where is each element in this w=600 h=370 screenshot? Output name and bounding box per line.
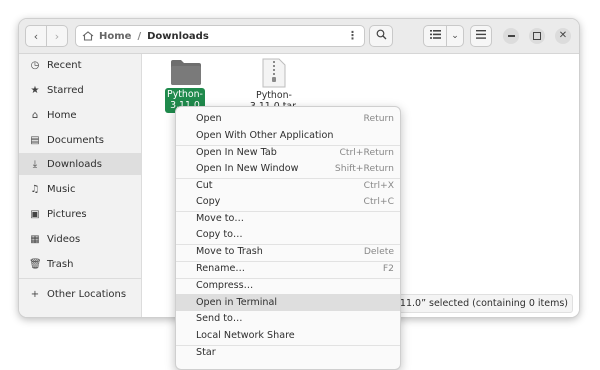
menu-item-open-in-new-tab[interactable]: Open In New Tab Ctrl+Return bbox=[176, 144, 400, 161]
sidebar-item-label: Downloads bbox=[47, 158, 102, 170]
menu-item-shortcut: Return bbox=[363, 113, 395, 124]
menu-item-send-to[interactable]: Send to… bbox=[176, 310, 400, 327]
path-menu-icon[interactable]: ⋮ bbox=[347, 29, 358, 42]
menu-item-label: Open In New Tab bbox=[196, 147, 277, 158]
view-list-button[interactable] bbox=[423, 25, 447, 47]
menu-item-open-in-new-window[interactable]: Open In New Window Shift+Return bbox=[176, 160, 400, 177]
sidebar: ◷ Recent ★ Starred ⌂ Home ▤ Documents ⤓ … bbox=[19, 54, 142, 317]
view-options-button[interactable]: ⌄ bbox=[446, 25, 464, 47]
sidebar-item-label: Music bbox=[47, 183, 76, 195]
sidebar-item-trash[interactable]: 🗑 Trash bbox=[19, 253, 141, 275]
sidebar-item-videos[interactable]: ▦ Videos bbox=[19, 228, 141, 250]
menu-item-move-to-trash[interactable]: Move to Trash Delete bbox=[176, 243, 400, 260]
search-icon bbox=[376, 29, 387, 43]
music-icon: ♫ bbox=[30, 183, 40, 195]
menu-item-label: Open With Other Application bbox=[196, 130, 334, 141]
sidebar-item-label: Documents bbox=[47, 134, 105, 146]
back-button[interactable]: ‹ bbox=[25, 25, 47, 47]
menu-item-label: Open bbox=[196, 113, 222, 124]
menu-item-label: Send to… bbox=[196, 313, 243, 324]
menu-item-local-network-share[interactable]: Local Network Share bbox=[176, 327, 400, 344]
file-name-line1: Python- bbox=[256, 90, 292, 101]
sidebar-item-label: Other Locations bbox=[47, 288, 127, 300]
sidebar-divider bbox=[19, 278, 141, 279]
video-icon: ▦ bbox=[30, 233, 40, 245]
sidebar-item-starred[interactable]: ★ Starred bbox=[19, 79, 141, 101]
menu-item-open[interactable]: Open Return bbox=[176, 110, 400, 127]
menu-item-shortcut: Shift+Return bbox=[334, 163, 394, 174]
folder-icon bbox=[170, 58, 202, 89]
menu-item-rename[interactable]: Rename… F2 bbox=[176, 260, 400, 277]
close-button[interactable]: ✕ bbox=[555, 28, 571, 44]
menu-item-shortcut: Delete bbox=[363, 246, 394, 257]
menu-item-shortcut: Ctrl+C bbox=[363, 196, 394, 207]
sidebar-item-home[interactable]: ⌂ Home bbox=[19, 104, 141, 126]
picture-icon: ▣ bbox=[30, 208, 40, 220]
file-name-line1: Python- bbox=[167, 89, 203, 100]
chevron-right-icon: › bbox=[54, 29, 60, 43]
menu-item-label: Star bbox=[196, 347, 216, 358]
sidebar-item-label: Recent bbox=[47, 59, 82, 71]
menu-item-open-in-terminal[interactable]: Open in Terminal bbox=[176, 294, 400, 311]
breadcrumb-home[interactable]: Home bbox=[99, 31, 131, 42]
menu-item-label: Copy bbox=[196, 196, 221, 207]
chevron-left-icon: ‹ bbox=[33, 29, 39, 43]
menu-item-copy-to[interactable]: Copy to… bbox=[176, 226, 400, 243]
sidebar-item-label: Pictures bbox=[47, 208, 87, 220]
sidebar-item-recent[interactable]: ◷ Recent bbox=[19, 54, 141, 76]
breadcrumb-separator: / bbox=[137, 30, 142, 42]
menu-item-cut[interactable]: Cut Ctrl+X bbox=[176, 177, 400, 194]
search-button[interactable] bbox=[369, 25, 393, 47]
chevron-down-icon: ⌄ bbox=[451, 31, 459, 41]
menu-item-label: Compress… bbox=[196, 280, 254, 291]
menu-item-shortcut: Ctrl+X bbox=[363, 180, 394, 191]
sidebar-item-label: Videos bbox=[47, 233, 81, 245]
sidebar-item-pictures[interactable]: ▣ Pictures bbox=[19, 203, 141, 225]
sidebar-item-documents[interactable]: ▤ Documents bbox=[19, 129, 141, 151]
sidebar-item-label: Home bbox=[47, 109, 77, 121]
breadcrumb-current[interactable]: Downloads bbox=[147, 31, 209, 42]
list-view-icon bbox=[429, 30, 441, 42]
header-bar: ‹ › Home / Downloads ⋮ ⌄ ✕ bbox=[19, 19, 579, 54]
clock-icon: ◷ bbox=[30, 59, 40, 71]
menu-item-star[interactable]: Star bbox=[176, 344, 400, 361]
menu-item-compress[interactable]: Compress… bbox=[176, 277, 400, 294]
main-menu-button[interactable] bbox=[470, 25, 492, 47]
sidebar-item-label: Trash bbox=[47, 258, 74, 270]
menu-item-label: Local Network Share bbox=[196, 330, 295, 341]
minimize-icon bbox=[507, 35, 515, 37]
menu-item-label: Move to Trash bbox=[196, 246, 263, 257]
trash-icon: 🗑 bbox=[29, 258, 42, 270]
menu-item-label: Cut bbox=[196, 180, 213, 191]
context-menu: Open Return Open With Other Application … bbox=[175, 106, 401, 370]
download-icon: ⤓ bbox=[32, 158, 38, 170]
menu-item-label: Open In New Window bbox=[196, 163, 299, 174]
menu-item-label: Open in Terminal bbox=[196, 297, 278, 308]
home-icon: ⌂ bbox=[31, 109, 39, 121]
minimize-button[interactable] bbox=[503, 28, 519, 44]
close-icon: ✕ bbox=[558, 30, 568, 41]
maximize-icon bbox=[533, 32, 541, 40]
maximize-button[interactable] bbox=[529, 28, 545, 44]
archive-icon bbox=[262, 58, 286, 91]
document-icon: ▤ bbox=[30, 134, 40, 146]
menu-item-copy[interactable]: Copy Ctrl+C bbox=[176, 193, 400, 210]
menu-item-label: Move to… bbox=[196, 213, 245, 224]
forward-button[interactable]: › bbox=[46, 25, 68, 47]
menu-item-shortcut: F2 bbox=[382, 263, 394, 274]
hamburger-menu-icon bbox=[476, 30, 486, 42]
sidebar-item-other-locations[interactable]: + Other Locations bbox=[19, 283, 141, 305]
star-icon: ★ bbox=[30, 84, 40, 96]
menu-item-label: Copy to… bbox=[196, 229, 243, 240]
sidebar-item-music[interactable]: ♫ Music bbox=[19, 178, 141, 200]
sidebar-item-label: Starred bbox=[47, 84, 84, 96]
path-bar: Home / Downloads ⋮ bbox=[75, 25, 365, 47]
menu-item-open-with-other-application[interactable]: Open With Other Application bbox=[176, 127, 400, 144]
menu-item-move-to[interactable]: Move to… bbox=[176, 210, 400, 227]
menu-item-label: Rename… bbox=[196, 263, 245, 274]
plus-icon: + bbox=[30, 288, 40, 300]
sidebar-item-downloads[interactable]: ⤓ Downloads bbox=[19, 153, 141, 175]
menu-item-shortcut: Ctrl+Return bbox=[339, 147, 394, 158]
home-icon bbox=[82, 31, 94, 41]
